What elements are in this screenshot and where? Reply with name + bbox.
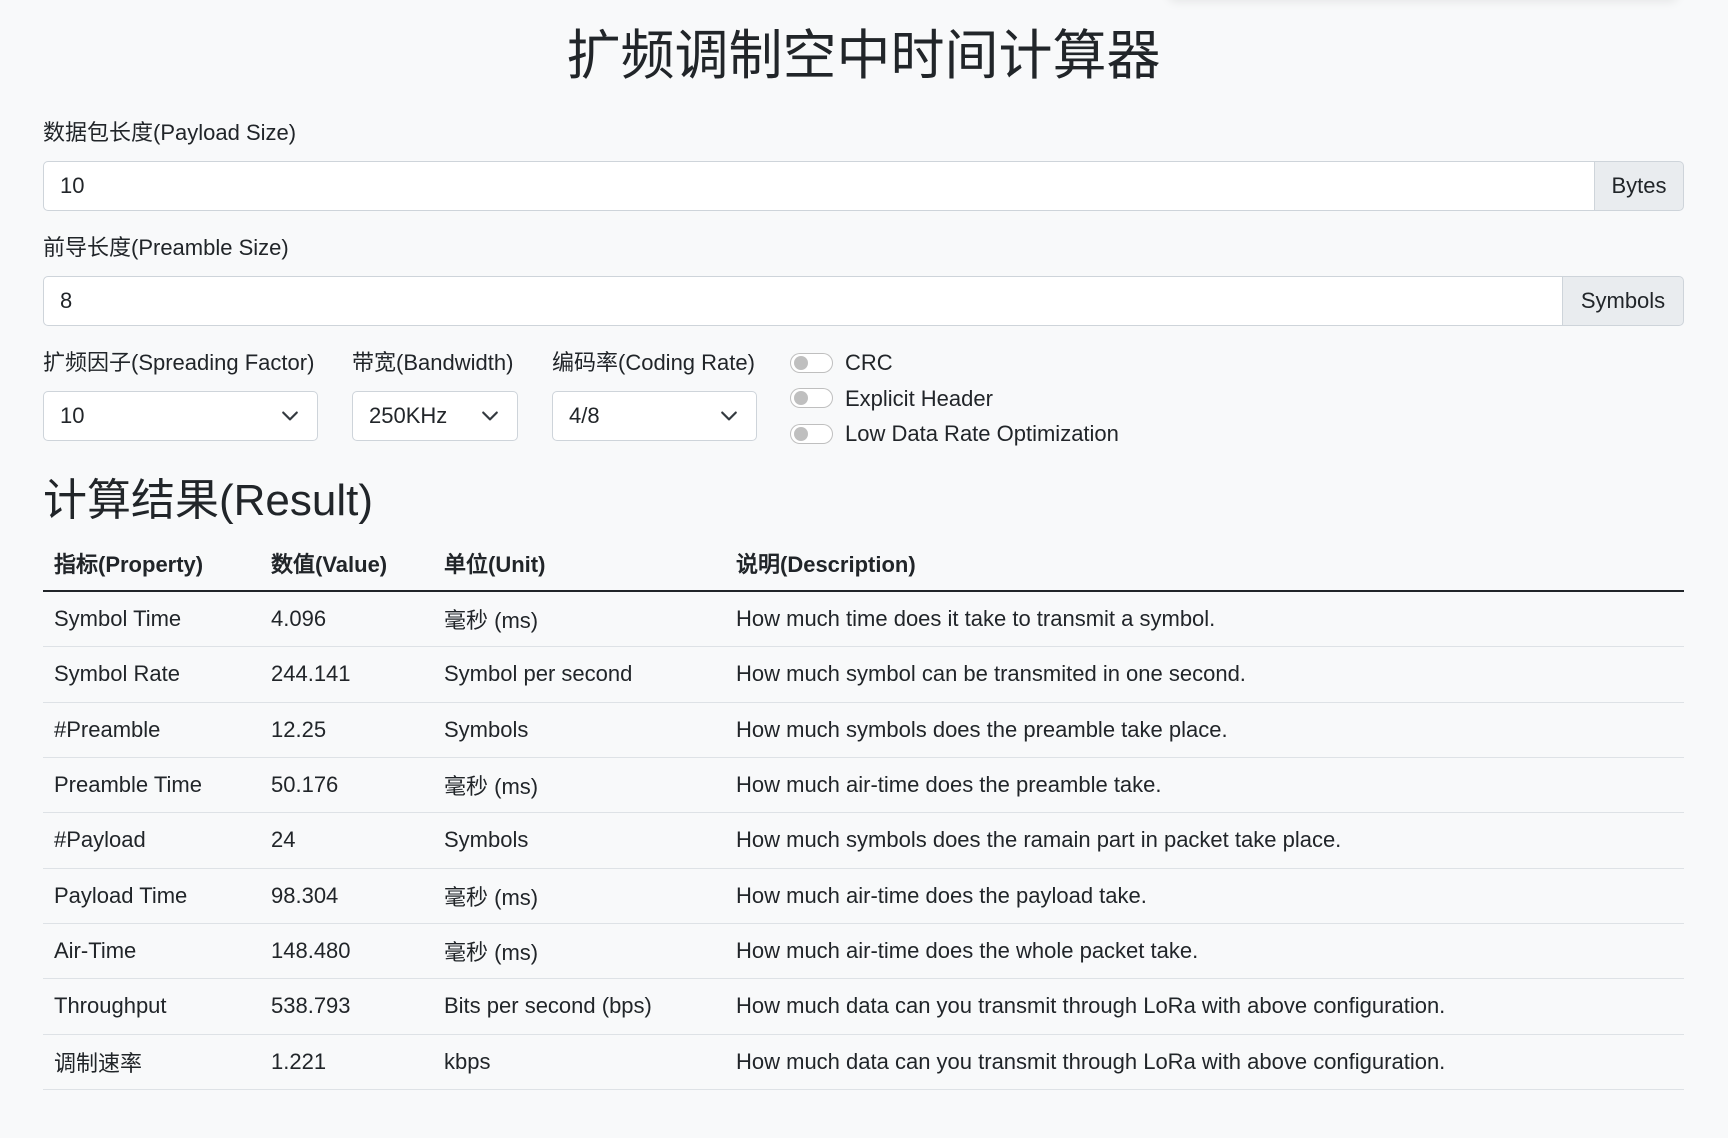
payload-size-unit: Bytes: [1595, 161, 1684, 211]
unit-cell: Symbol per second: [444, 661, 633, 687]
explicit-header-switch[interactable]: [790, 388, 833, 409]
explicit-header-switch-label[interactable]: Explicit Header: [845, 383, 993, 414]
table-header: 指标(Property) 数值(Value) 单位(Unit) 说明(Descr…: [43, 536, 1684, 592]
spreading-factor-label: 扩频因子(Spreading Factor): [43, 350, 315, 375]
unit-cell: 毫秒 (ms): [444, 608, 539, 634]
description-cell: How much data can you transmit through L…: [736, 993, 1446, 1019]
description-cell: How much symbol can be transmited in one…: [736, 661, 1246, 687]
description-cell: How much air-time does the whole packet …: [736, 938, 1199, 964]
property-cell: Air-Time: [54, 938, 137, 964]
value-cell: 244.141: [271, 661, 351, 687]
property-cell: Preamble Time: [54, 772, 202, 798]
column-header-property: 指标(Property): [54, 552, 204, 577]
unit-cell: 毫秒 (ms): [444, 884, 539, 910]
payload-size-input[interactable]: [43, 161, 1595, 211]
property-cell: Throughput: [54, 993, 167, 1019]
unit-cell: 毫秒 (ms): [444, 774, 539, 800]
spreading-factor-select[interactable]: 10: [43, 391, 318, 441]
column-header-unit: 单位(Unit): [444, 552, 546, 577]
description-cell: How much air-time does the payload take.: [736, 882, 1147, 908]
low-data-rate-switch[interactable]: [790, 423, 833, 444]
crc-switch[interactable]: [790, 352, 833, 373]
chevron-down-icon: [282, 411, 298, 421]
unit-cell: Bits per second (bps): [444, 993, 652, 1019]
property-cell: #Preamble: [54, 716, 161, 742]
table-header-row: 指标(Property) 数值(Value) 单位(Unit) 说明(Descr…: [43, 536, 1684, 592]
explicit-header-switch-row[interactable]: Explicit Header: [790, 383, 1119, 414]
chevron-down-icon: [721, 411, 737, 421]
preamble-size-input[interactable]: [43, 276, 1563, 326]
value-cell: 148.480: [271, 938, 351, 964]
page: 扩频调制空中时间计算器 数据包长度(Payload Size) Bytes 前导…: [0, 0, 1728, 1138]
options-row: 扩频因子(Spreading Factor) 10 带宽(Bandwidth) …: [43, 347, 1684, 454]
coding-rate-group: 编码率(Coding Rate) 4/8: [552, 347, 757, 454]
table-row: Payload Time 98.304 毫秒 (ms) How much air…: [43, 869, 1684, 924]
switch-knob: [794, 391, 808, 406]
table-row: Throughput 538.793 Bits per second (bps)…: [43, 979, 1684, 1035]
table-row: Symbol Time 4.096 毫秒 (ms) How much time …: [43, 592, 1684, 648]
property-cell: Payload Time: [54, 882, 188, 908]
unit-cell: kbps: [444, 1048, 491, 1074]
bandwidth-group: 带宽(Bandwidth) 250KHz: [352, 347, 518, 454]
crc-switch-label[interactable]: CRC: [845, 347, 893, 378]
property-cell: #Payload: [54, 827, 146, 853]
table-row: Symbol Rate 244.141 Symbol per second Ho…: [43, 647, 1684, 703]
crc-switch-row[interactable]: CRC: [790, 347, 1119, 378]
switch-knob: [794, 355, 808, 370]
payload-size-input-group: Bytes: [43, 161, 1684, 211]
chevron-down-icon: [482, 411, 498, 421]
column-header-description: 说明(Description): [736, 552, 916, 577]
result-heading: 计算结果(Result): [43, 476, 374, 525]
description-cell: How much data can you transmit through L…: [736, 1048, 1446, 1074]
low-data-rate-switch-row[interactable]: Low Data Rate Optimization: [790, 418, 1119, 449]
value-cell: 12.25: [271, 716, 327, 742]
result-table: 指标(Property) 数值(Value) 单位(Unit) 说明(Descr…: [43, 536, 1684, 1090]
value-cell: 538.793: [271, 993, 351, 1019]
value-cell: 1.221: [271, 1048, 327, 1074]
preamble-size-input-group: Symbols: [43, 276, 1684, 326]
calculator-container: 扩频调制空中时间计算器 数据包长度(Payload Size) Bytes 前导…: [43, 0, 1684, 1090]
description-cell: How much symbols does the preamble take …: [736, 716, 1228, 742]
bandwidth-value: 250KHz: [369, 403, 448, 428]
column-header-value: 数值(Value): [271, 552, 388, 577]
coding-rate-select[interactable]: 4/8: [552, 391, 757, 441]
unit-cell: 毫秒 (ms): [444, 940, 539, 966]
preamble-size-unit: Symbols: [1563, 276, 1684, 326]
table-row: Preamble Time 50.176 毫秒 (ms) How much ai…: [43, 758, 1684, 814]
table-row: #Payload 24 Symbols How much symbols doe…: [43, 813, 1684, 869]
switch-list: CRC Explicit Header Low Data Rate Optimi…: [790, 347, 1119, 454]
coding-rate-label: 编码率(Coding Rate): [552, 350, 755, 375]
payload-size-label: 数据包长度(Payload Size): [43, 120, 297, 145]
unit-cell: Symbols: [444, 716, 529, 742]
switch-knob: [794, 426, 808, 441]
value-cell: 98.304: [271, 882, 339, 908]
property-cell: Symbol Rate: [54, 661, 180, 687]
value-cell: 50.176: [271, 772, 339, 798]
description-cell: How much time does it take to transmit a…: [736, 606, 1216, 632]
property-cell: Symbol Time: [54, 606, 182, 632]
table-row: #Preamble 12.25 Symbols How much symbols…: [43, 703, 1684, 758]
table-row: Air-Time 148.480 毫秒 (ms) How much air-ti…: [43, 924, 1684, 980]
spreading-factor-group: 扩频因子(Spreading Factor) 10: [43, 347, 318, 454]
value-cell: 24: [271, 827, 296, 853]
spreading-factor-value: 10: [60, 403, 85, 428]
low-data-rate-switch-label[interactable]: Low Data Rate Optimization: [845, 418, 1119, 449]
description-cell: How much air-time does the preamble take…: [736, 772, 1162, 798]
unit-cell: Symbols: [444, 827, 529, 853]
value-cell: 4.096: [271, 606, 327, 632]
coding-rate-value: 4/8: [569, 403, 600, 428]
table-body: Symbol Time 4.096 毫秒 (ms) How much time …: [43, 592, 1684, 1090]
property-cell: 调制速率: [54, 1050, 143, 1076]
description-cell: How much symbols does the ramain part in…: [736, 827, 1342, 853]
table-row: 调制速率 1.221 kbps How much data can you tr…: [43, 1035, 1684, 1090]
page-title: 扩频调制空中时间计算器: [566, 26, 1161, 86]
bandwidth-select[interactable]: 250KHz: [352, 391, 518, 441]
bandwidth-label: 带宽(Bandwidth): [352, 350, 514, 375]
preamble-size-label: 前导长度(Preamble Size): [43, 235, 289, 260]
